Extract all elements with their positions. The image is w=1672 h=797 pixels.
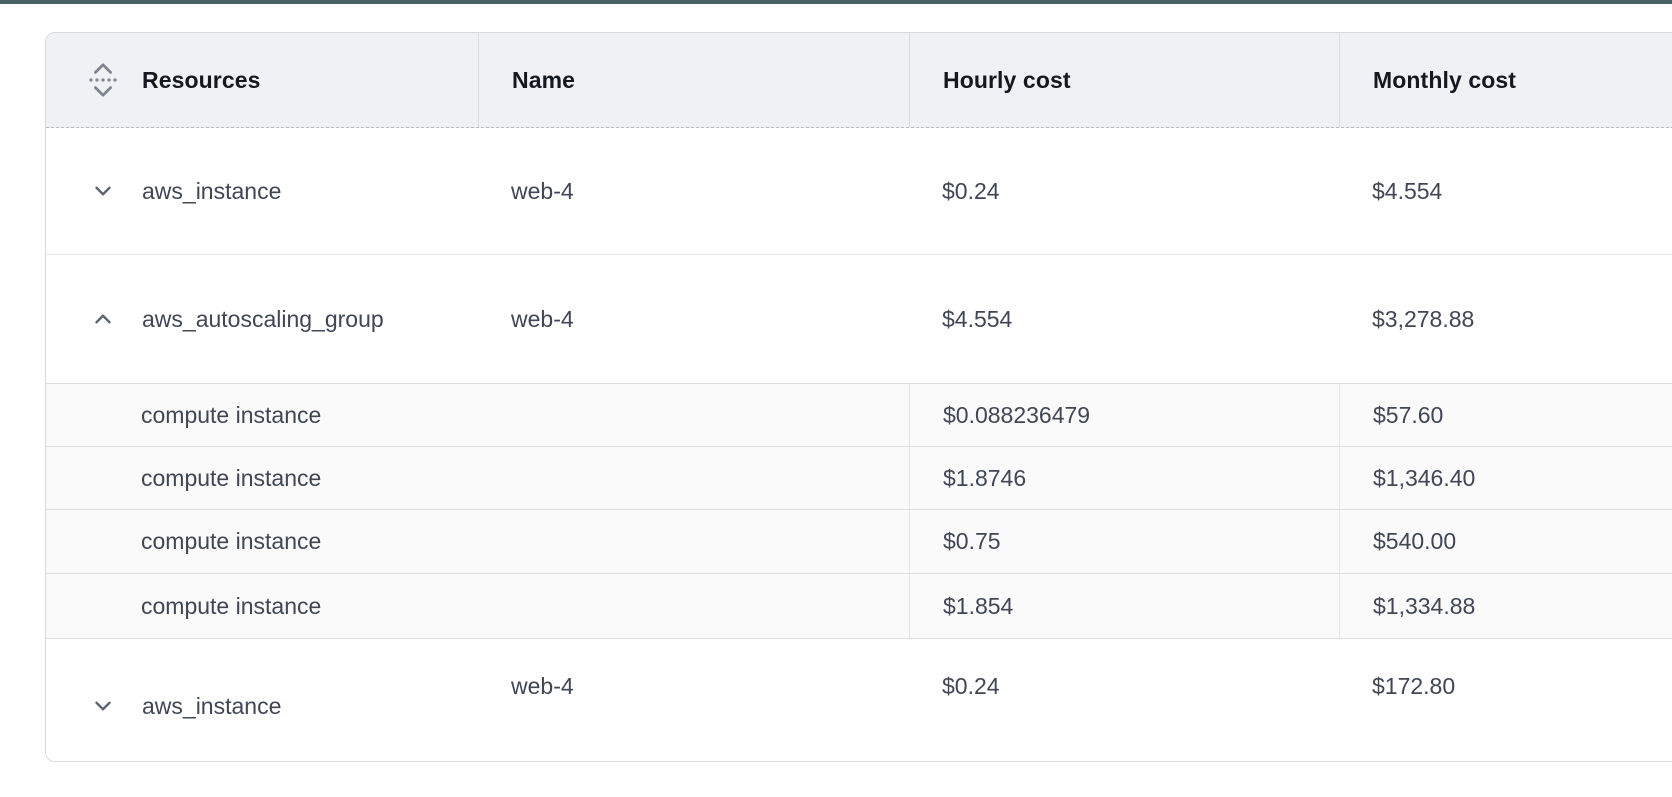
chevron-down-icon[interactable] [86,178,120,204]
cost-breakdown-table: Resources Name Hourly cost Monthly cost … [45,32,1672,762]
resource-name: web-4 [478,255,909,383]
monthly-cost-value: $1,346.40 [1339,447,1672,509]
component-label: compute instance [46,447,909,509]
chevron-down-icon[interactable] [86,693,120,719]
resource-type: aws_autoscaling_group [142,306,384,333]
column-header-label: Resources [142,67,261,94]
expand-collapse-all-icon[interactable] [86,61,120,99]
chevron-up-icon[interactable] [86,306,120,332]
component-label: compute instance [46,510,909,573]
hourly-cost-value: $0.24 [909,128,1339,254]
column-header-monthly-cost: Monthly cost [1339,33,1672,127]
monthly-cost-value: $1,334.88 [1339,574,1672,638]
resource-name: web-4 [478,128,909,254]
table-header-row: Resources Name Hourly cost Monthly cost [46,33,1672,128]
column-header-label: Monthly cost [1373,67,1516,94]
hourly-cost-value: $0.088236479 [909,384,1339,446]
hourly-cost-value: $0.75 [909,510,1339,573]
column-header-resources: Resources [46,33,478,127]
table-subrow: compute instance $0.088236479 $57.60 [46,383,1672,446]
hourly-cost-value: $0.24 [909,639,1339,762]
column-header-label: Hourly cost [943,67,1071,94]
component-label: compute instance [46,384,909,446]
hourly-cost-value: $1.854 [909,574,1339,638]
table-row[interactable]: aws_instance web-4 $0.24 $172.80 [46,638,1672,762]
hourly-cost-value: $1.8746 [909,447,1339,509]
hourly-cost-value: $4.554 [909,255,1339,383]
monthly-cost-value: $3,278.88 [1339,255,1672,383]
resource-type: aws_instance [142,178,281,205]
table-subrow: compute instance $0.75 $540.00 [46,509,1672,573]
monthly-cost-value: $172.80 [1339,639,1672,762]
table-subrow: compute instance $1.854 $1,334.88 [46,573,1672,638]
column-header-hourly-cost: Hourly cost [909,33,1339,127]
table-subrow: compute instance $1.8746 $1,346.40 [46,446,1672,509]
monthly-cost-value: $57.60 [1339,384,1672,446]
column-header-label: Name [512,67,575,94]
table-row[interactable]: aws_autoscaling_group web-4 $4.554 $3,27… [46,254,1672,383]
table-row[interactable]: aws_instance web-4 $0.24 $4.554 [46,128,1672,254]
component-label: compute instance [46,574,909,638]
column-header-name: Name [478,33,909,127]
resource-name: web-4 [478,639,909,762]
monthly-cost-value: $540.00 [1339,510,1672,573]
top-accent-bar [0,0,1672,4]
monthly-cost-value: $4.554 [1339,128,1672,254]
resource-type: aws_instance [142,693,281,720]
